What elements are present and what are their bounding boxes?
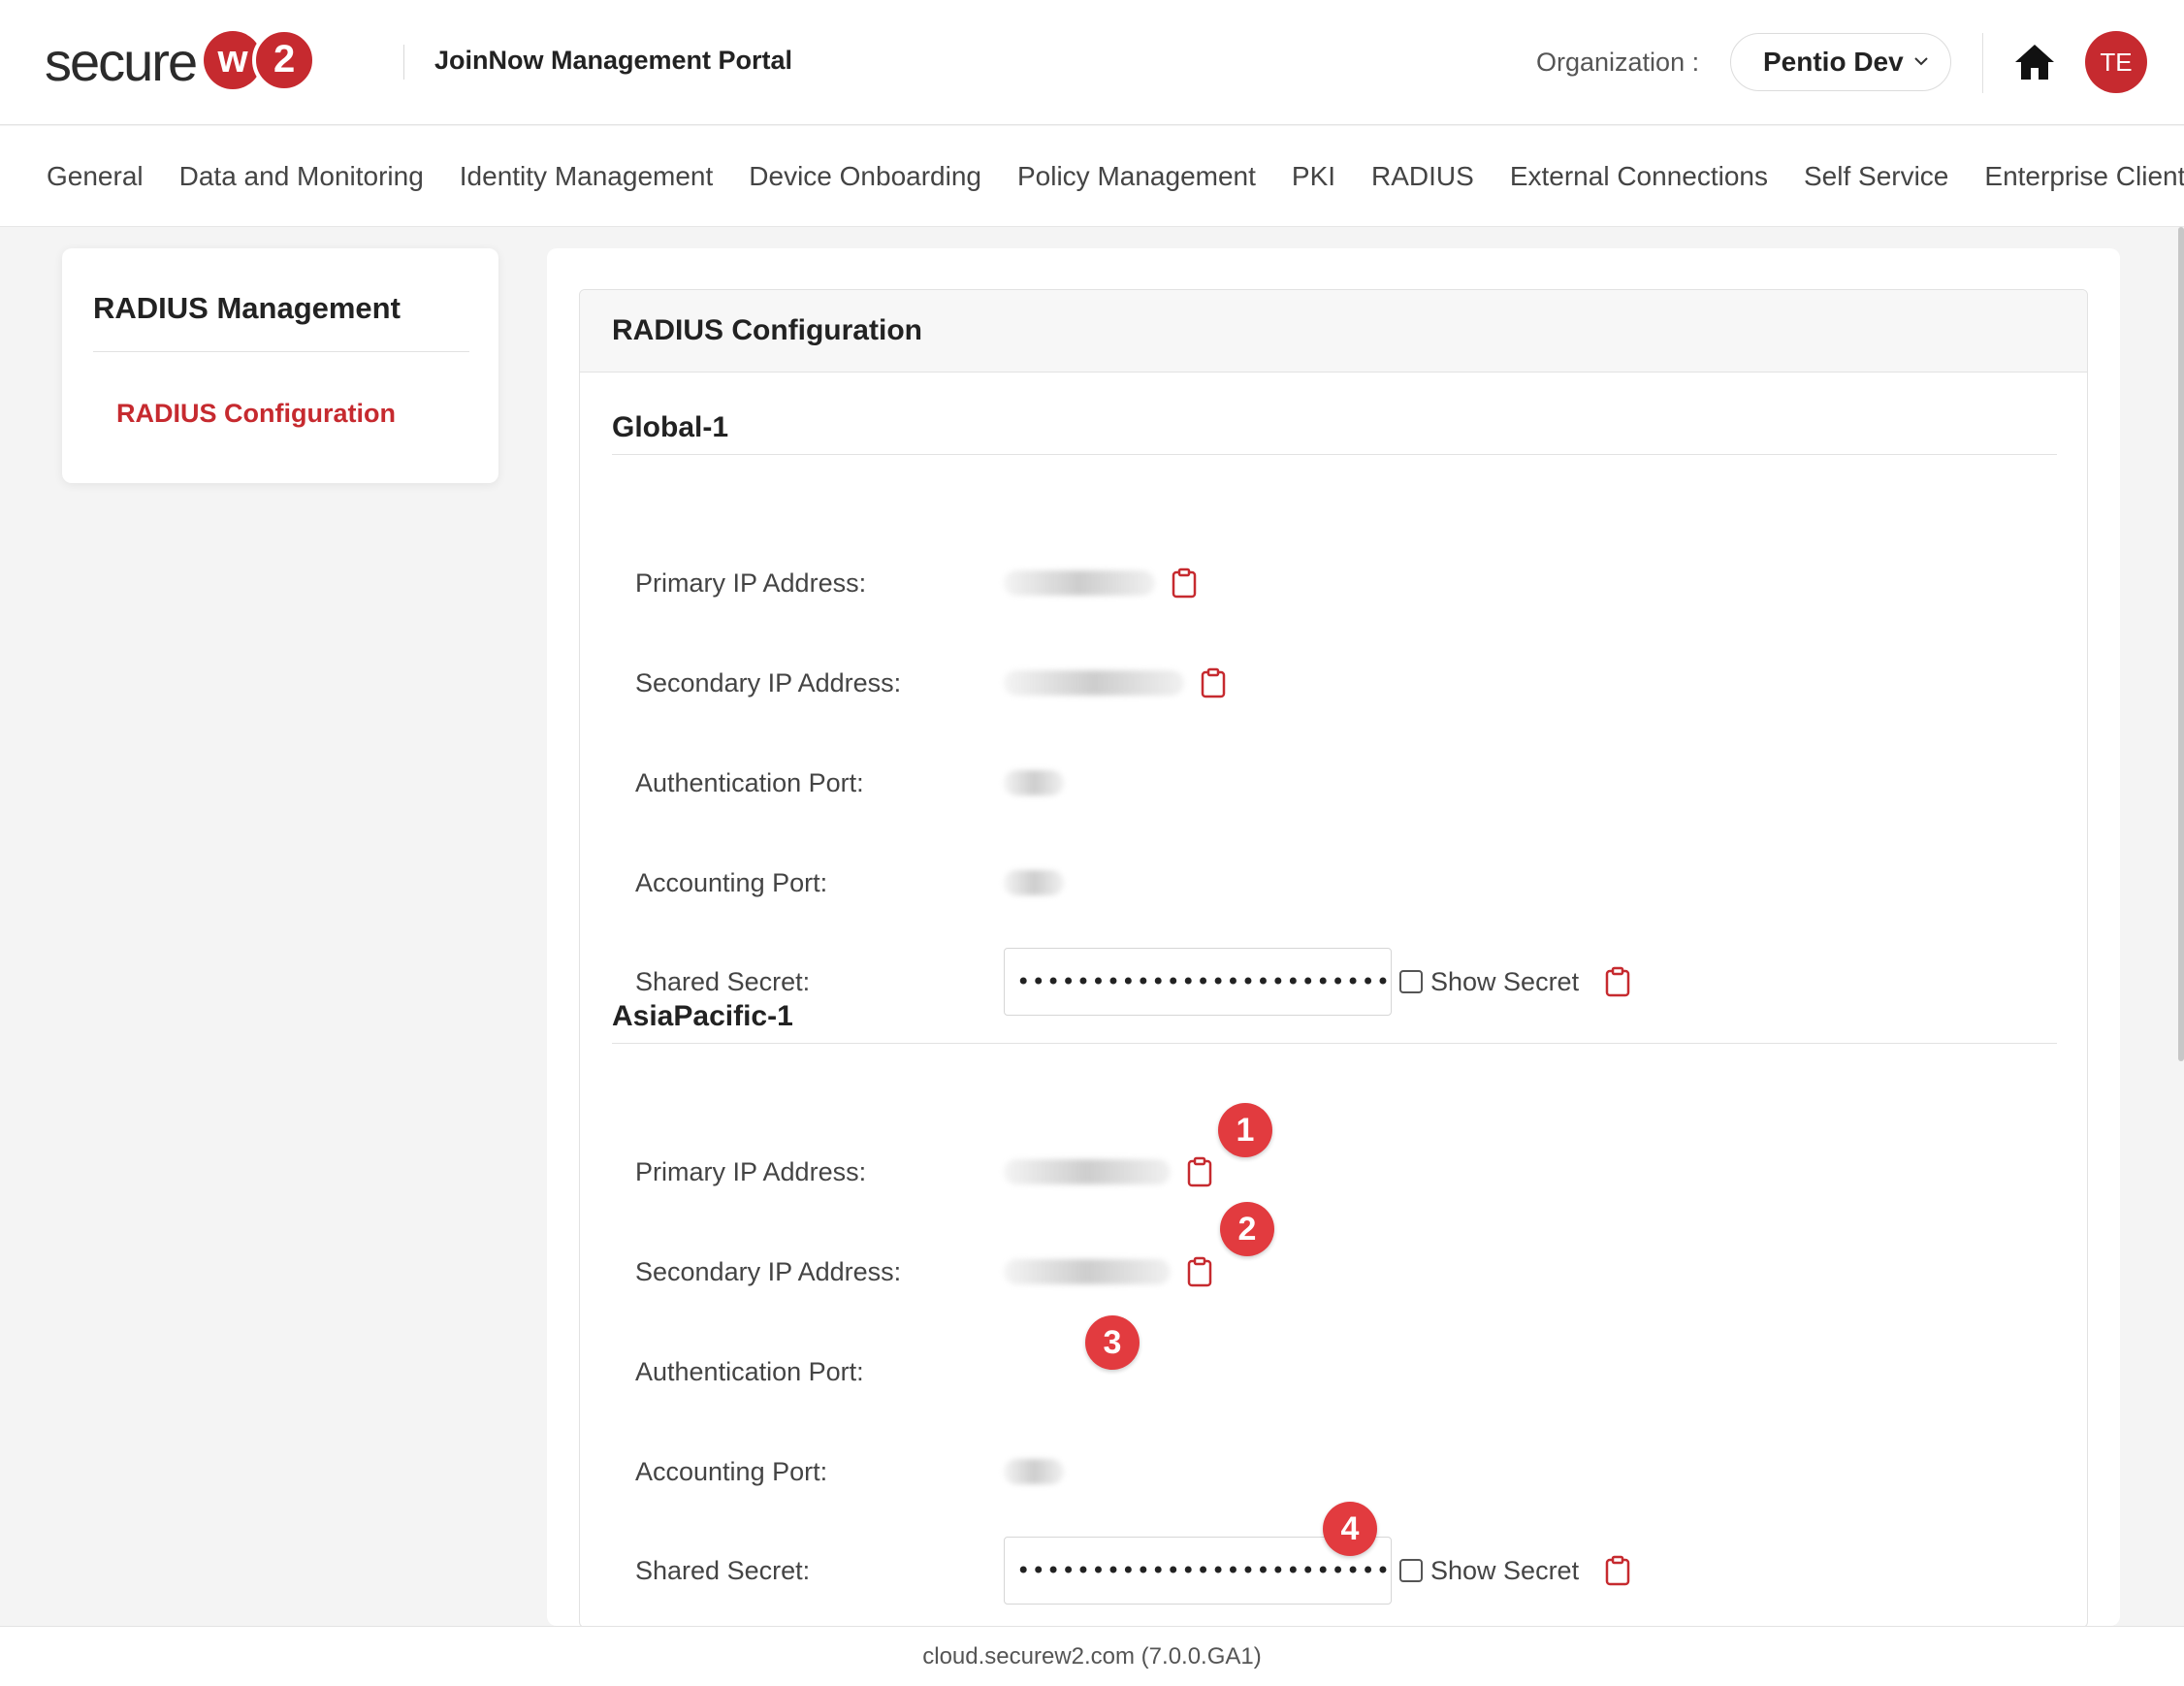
primary-ip-label: Primary IP Address: — [635, 1156, 867, 1186]
primary-ip-label: Primary IP Address: — [635, 567, 867, 598]
nav-item-policy-management[interactable]: Policy Management — [1017, 161, 1256, 192]
acct-port-row: Accounting Port: — [635, 1438, 1064, 1506]
main-nav: General Data and Monitoring Identity Man… — [0, 126, 2184, 227]
sidebar: RADIUS Management RADIUS Configuration — [62, 248, 498, 483]
clipboard-icon[interactable] — [1186, 1256, 1213, 1287]
nav-item-self-service[interactable]: Self Service — [1804, 161, 1948, 192]
organization-label: Organization : — [1536, 48, 1700, 77]
nav-item-radius[interactable]: RADIUS — [1371, 161, 1474, 192]
footer: cloud.securew2.com (7.0.0.GA1) — [0, 1626, 2184, 1686]
shared-secret-label: Shared Secret: — [635, 1555, 811, 1585]
card-header: RADIUS Configuration — [580, 290, 2087, 373]
primary-ip-value — [1004, 1159, 1171, 1184]
sidebar-divider — [93, 351, 469, 352]
shared-secret-label: Shared Secret: — [635, 966, 811, 996]
nav-item-data-and-monitoring[interactable]: Data and Monitoring — [179, 161, 424, 192]
show-secret-checkbox[interactable]: Show Secret — [1399, 967, 1579, 997]
show-secret-label: Show Secret — [1430, 1555, 1580, 1585]
top-header: secure w 2 JoinNow Management Portal Org… — [0, 0, 2184, 125]
section-title: Global-1 — [612, 411, 729, 443]
footer-version-text: cloud.securew2.com (7.0.0.GA1) — [922, 1642, 1262, 1670]
secondary-ip-label: Secondary IP Address: — [635, 667, 902, 697]
nav-item-pki[interactable]: PKI — [1292, 161, 1335, 192]
auth-port-row: Authentication Port: — [635, 749, 1064, 817]
callout-badge-4: 4 — [1323, 1502, 1377, 1556]
clipboard-icon[interactable] — [1604, 1555, 1631, 1586]
checkbox-box[interactable] — [1399, 970, 1423, 993]
primary-ip-row: Primary IP Address: — [635, 1138, 1213, 1206]
section-title: AsiaPacific-1 — [612, 1000, 793, 1032]
show-secret-label: Show Secret — [1430, 966, 1580, 996]
nav-item-general[interactable]: General — [47, 161, 144, 192]
securew2-logo[interactable]: secure w 2 — [45, 27, 317, 95]
secondary-ip-value — [1004, 670, 1184, 696]
chevron-down-icon — [1914, 57, 1928, 66]
portal-title: JoinNow Management Portal — [434, 46, 793, 75]
nav-item-identity-management[interactable]: Identity Management — [460, 161, 714, 192]
clipboard-icon[interactable] — [1200, 667, 1227, 698]
shared-secret-row: Shared Secret: Show Secret — [635, 1537, 1631, 1605]
auth-port-label: Authentication Port: — [635, 1356, 864, 1386]
sidebar-item-radius-configuration[interactable]: RADIUS Configuration — [116, 399, 396, 429]
checkbox-box[interactable] — [1399, 1559, 1423, 1582]
acct-port-value — [1004, 870, 1064, 895]
logo-wordmark: secure — [45, 30, 198, 92]
organization-select[interactable]: Pentio Dev — [1730, 33, 1951, 91]
page-scrollbar[interactable] — [2178, 227, 2184, 1061]
user-avatar[interactable]: TE — [2085, 31, 2147, 93]
show-secret-checkbox[interactable]: Show Secret — [1399, 1556, 1579, 1586]
clipboard-icon[interactable] — [1186, 1156, 1213, 1187]
nav-item-device-onboarding[interactable]: Device Onboarding — [749, 161, 981, 192]
acct-port-row: Accounting Port: — [635, 849, 1064, 917]
clipboard-icon[interactable] — [1171, 567, 1198, 599]
header-divider-right — [1982, 33, 1983, 93]
callout-badge-2: 2 — [1220, 1202, 1274, 1256]
nav-item-external-connections[interactable]: External Connections — [1510, 161, 1768, 192]
clipboard-icon[interactable] — [1604, 966, 1631, 997]
auth-port-row: Authentication Port: — [635, 1338, 1004, 1406]
callout-badge-3: 3 — [1085, 1315, 1140, 1370]
acct-port-label: Accounting Port: — [635, 867, 828, 897]
secondary-ip-row: Secondary IP Address: — [635, 649, 1227, 717]
logo-badge: w 2 — [204, 27, 317, 92]
secondary-ip-label: Secondary IP Address: — [635, 1256, 902, 1286]
secondary-ip-value — [1004, 1259, 1171, 1284]
section-asiapacific-1: AsiaPacific-1 — [612, 1000, 2057, 1044]
section-divider — [612, 1043, 2057, 1044]
primary-ip-row: Primary IP Address: — [635, 549, 1198, 617]
secondary-ip-row: Secondary IP Address: — [635, 1238, 1213, 1306]
sidebar-title: RADIUS Management — [93, 291, 401, 325]
radius-configuration-card: RADIUS Configuration Global-1 Primary IP… — [579, 289, 2088, 1628]
header-divider — [403, 45, 404, 80]
section-divider — [612, 454, 2057, 455]
acct-port-label: Accounting Port: — [635, 1456, 828, 1486]
acct-port-value — [1004, 1459, 1064, 1484]
section-global-1: Global-1 — [612, 411, 2057, 455]
callout-badge-1: 1 — [1218, 1103, 1272, 1157]
home-icon[interactable] — [2013, 43, 2056, 81]
logo-2: 2 — [252, 27, 317, 92]
card-title: RADIUS Configuration — [612, 314, 922, 346]
nav-item-enterprise-client[interactable]: Enterprise Client — [1984, 161, 2184, 192]
primary-ip-value — [1004, 570, 1155, 596]
main-content: RADIUS Configuration Global-1 Primary IP… — [547, 248, 2120, 1628]
auth-port-label: Authentication Port: — [635, 767, 864, 797]
auth-port-value — [1004, 770, 1064, 795]
organization-value: Pentio Dev — [1763, 47, 1904, 77]
